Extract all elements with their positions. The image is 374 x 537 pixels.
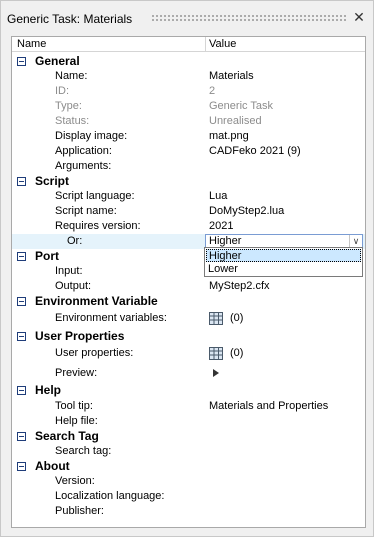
property-label: Script name:: [55, 205, 117, 217]
property-value[interactable]: 2021: [209, 220, 233, 232]
title-bar[interactable]: Generic Task: Materials ✕: [1, 1, 373, 34]
category-script[interactable]: Script: [12, 174, 365, 189]
category-label: Environment Variable: [35, 294, 158, 308]
property-label: Status:: [55, 115, 90, 127]
property-label: Display image:: [55, 130, 128, 142]
property-label: Search tag:: [55, 445, 112, 457]
category-label: Script: [35, 174, 70, 188]
property-row-help-file[interactable]: Help file:: [12, 414, 365, 429]
property-row-type[interactable]: Type: Generic Task: [12, 99, 365, 114]
grid-header: Name Value: [12, 37, 365, 52]
property-row-script-language[interactable]: Script language: Lua: [12, 189, 365, 204]
property-label: User properties:: [55, 347, 134, 359]
property-label: Preview:: [55, 367, 98, 379]
property-row-localization-language[interactable]: Localization language:: [12, 489, 365, 504]
property-label: ID:: [55, 85, 70, 97]
property-label: Requires version:: [55, 220, 141, 232]
property-value: (0): [230, 312, 244, 324]
property-row-output[interactable]: Output: MyStep2.cfx: [12, 279, 365, 294]
property-label: Name:: [55, 70, 88, 82]
property-row-name[interactable]: Name: Materials: [12, 69, 365, 84]
property-value[interactable]: DoMyStep2.lua: [209, 205, 284, 217]
collapse-icon[interactable]: [17, 332, 26, 341]
play-icon[interactable]: [213, 369, 219, 377]
property-value[interactable]: Lua: [209, 190, 227, 202]
value-column-header[interactable]: Value: [209, 38, 236, 50]
property-row-version[interactable]: Version:: [12, 474, 365, 489]
property-grid: Name Value General Name: Materials ID: 2…: [11, 36, 366, 528]
combobox-value: Higher: [209, 235, 242, 247]
category-label: Port: [35, 249, 59, 263]
collapse-icon[interactable]: [17, 57, 26, 66]
category-search-tag[interactable]: Search Tag: [12, 429, 365, 444]
dropdown-option-lower[interactable]: Lower: [206, 263, 361, 276]
property-row-application[interactable]: Application: CADFeko 2021 (9): [12, 144, 365, 159]
category-help[interactable]: Help: [12, 383, 365, 398]
property-row-tool-tip[interactable]: Tool tip: Materials and Properties: [12, 399, 365, 414]
property-value[interactable]: mat.png: [209, 130, 249, 142]
table-icon[interactable]: [209, 347, 223, 360]
property-label: Type:: [55, 100, 82, 112]
category-general[interactable]: General: [12, 54, 365, 69]
property-label: Version:: [55, 475, 95, 487]
category-environment-variable[interactable]: Environment Variable: [12, 294, 365, 309]
property-row-status[interactable]: Status: Unrealised: [12, 114, 365, 129]
collapse-icon[interactable]: [17, 177, 26, 186]
property-value: Unrealised: [209, 115, 262, 127]
property-label: Input:: [55, 265, 83, 277]
property-label: Application:: [55, 145, 112, 157]
property-row-user-properties[interactable]: User properties: (0): [12, 346, 365, 361]
category-label: User Properties: [35, 329, 125, 343]
or-dropdown-list: Higher Lower: [204, 247, 363, 277]
category-label: Search Tag: [35, 429, 99, 443]
property-label: Localization language:: [55, 490, 165, 502]
name-column-header[interactable]: Name: [17, 38, 46, 50]
property-row-script-name[interactable]: Script name: DoMyStep2.lua: [12, 204, 365, 219]
property-row-environment-variables[interactable]: Environment variables: (0): [12, 311, 365, 326]
property-label: Arguments:: [55, 160, 112, 172]
window-title: Generic Task: Materials: [7, 12, 133, 26]
column-divider[interactable]: [205, 37, 206, 52]
property-value[interactable]: Materials and Properties: [209, 400, 328, 412]
property-value: 2: [209, 85, 216, 97]
collapse-icon[interactable]: [17, 252, 26, 261]
category-label: About: [35, 459, 70, 473]
property-row-id[interactable]: ID: 2: [12, 84, 365, 99]
property-value: Generic Task: [209, 100, 273, 112]
property-label: Help file:: [55, 415, 98, 427]
drag-grip[interactable]: [151, 14, 347, 22]
property-label: Environment variables:: [55, 312, 167, 324]
property-row-search-tag[interactable]: Search tag:: [12, 444, 365, 459]
property-row-requires-version[interactable]: Requires version: 2021: [12, 219, 365, 234]
dropdown-option-higher[interactable]: Higher: [206, 249, 361, 262]
collapse-icon[interactable]: [17, 432, 26, 441]
properties-panel: Generic Task: Materials ✕ Name Value Gen…: [0, 0, 374, 537]
collapse-icon[interactable]: [17, 386, 26, 395]
table-icon[interactable]: [209, 312, 223, 325]
property-value: (0): [230, 347, 244, 359]
property-label: Publisher:: [55, 505, 104, 517]
property-label: Or:: [67, 235, 83, 247]
property-value[interactable]: CADFeko 2021 (9): [209, 145, 301, 157]
property-label: Tool tip:: [55, 400, 93, 412]
property-row-arguments[interactable]: Arguments:: [12, 159, 365, 174]
category-user-properties[interactable]: User Properties: [12, 329, 365, 344]
collapse-icon[interactable]: [17, 462, 26, 471]
property-label: Output:: [55, 280, 92, 292]
category-label: General: [35, 54, 80, 68]
property-row-display-image[interactable]: Display image: mat.png: [12, 129, 365, 144]
category-label: Help: [35, 383, 62, 397]
property-row-publisher[interactable]: Publisher:: [12, 504, 365, 519]
property-row-preview[interactable]: Preview:: [12, 366, 365, 381]
category-about[interactable]: About: [12, 459, 365, 474]
close-icon[interactable]: ✕: [351, 9, 367, 25]
property-value[interactable]: MyStep2.cfx: [209, 280, 270, 292]
property-value[interactable]: Materials: [209, 70, 254, 82]
property-label: Script language:: [55, 190, 135, 202]
collapse-icon[interactable]: [17, 297, 26, 306]
